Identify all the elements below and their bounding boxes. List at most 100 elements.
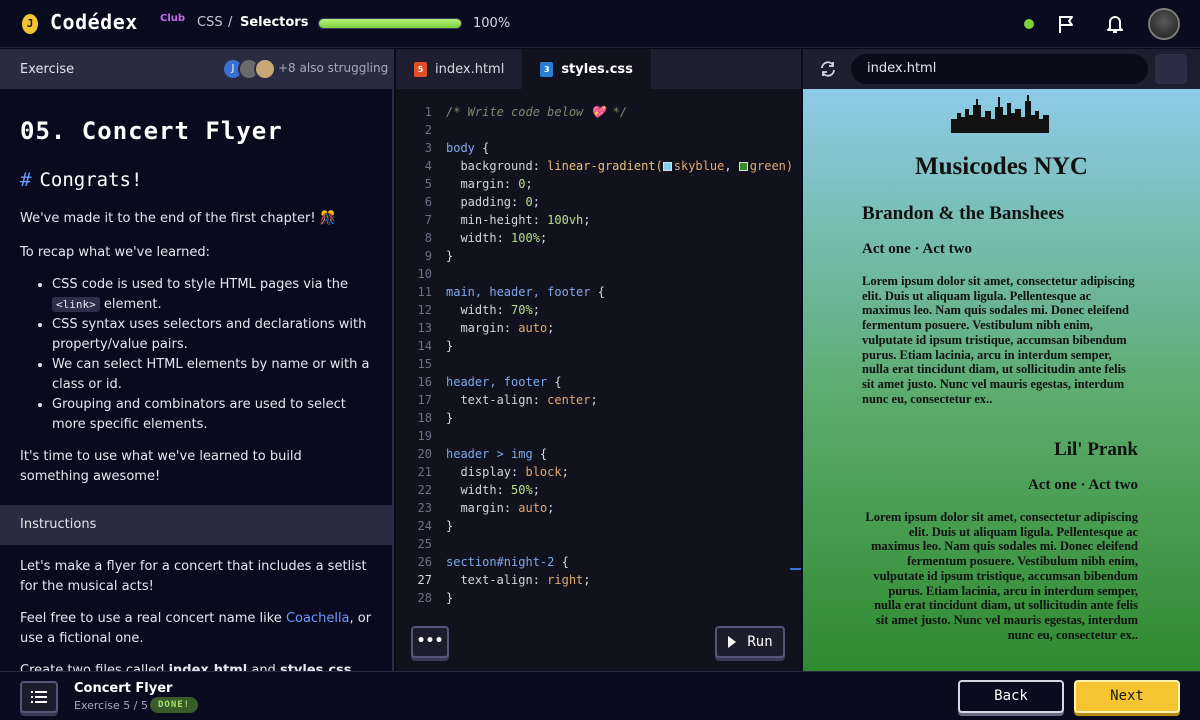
bell-icon[interactable] [1104,12,1126,36]
bullet-text: CSS code is used to style HTML pages via… [52,277,349,292]
struggling-avatars[interactable]: J [222,58,276,80]
user-avatar[interactable] [1148,8,1180,40]
list-item: We can select HTML elements by name or w… [52,355,372,395]
line-number: 8 [424,231,432,245]
code-area[interactable]: 1/* Write code below 💖 */ 2 3 body { 4 ba… [396,103,801,607]
closing-text: It's time to use what we've learned to b… [20,449,302,484]
css-value: skyblue [673,159,725,173]
code-editor: 5 index.html 3 styles.css 1 /* Write code… [396,49,801,671]
breadcrumb-course[interactable]: CSS [197,15,223,30]
code-line: 23 margin: auto; [396,499,801,517]
run-label: Run [747,634,773,650]
list-item: CSS code is used to style HTML pages via… [52,275,372,315]
line-number: 2 [424,123,432,137]
url-field[interactable]: index.html [851,54,1148,84]
css-value: center [547,393,591,407]
more-options-button[interactable]: ••• [411,626,449,658]
tab-index-html[interactable]: 5 index.html [396,49,522,89]
progress-bar [318,18,462,29]
code-line: 14} [396,337,801,355]
exercise-title: Concert Flyer [74,681,173,696]
css-value: auto [518,321,548,335]
css-value: auto [518,501,548,515]
city-skyline-image [951,95,1049,133]
css-property: margin [460,321,504,335]
instruction-text: Feel free to use a real concert name lik… [20,609,375,649]
lesson-panel: Exercise J +8 also struggling 05. Concer… [0,49,394,671]
line-number: 11 [417,285,432,299]
back-button[interactable]: Back [958,680,1064,713]
line-number: 24 [417,519,432,533]
color-swatch [738,162,748,171]
exercise-list-button[interactable] [20,681,58,713]
next-button[interactable]: Next [1074,680,1180,713]
css-property: width [460,231,497,245]
struggling-count[interactable]: +8 also struggling [278,61,388,75]
coachella-link[interactable]: Coachella [286,611,350,626]
avatar [254,58,276,80]
lesson-title: 05. Concert Flyer [20,117,283,145]
line-number: 5 [424,177,432,191]
browser-preview: index.html Musicodes NYC Brandon & the B… [803,49,1200,671]
css-property: display [460,465,512,479]
list-item: CSS syntax uses selectors and declaratio… [52,315,372,355]
logo-text[interactable]: Codédex [50,10,138,34]
rendered-page: Musicodes NYC Brandon & the Banshees Act… [803,89,1200,671]
code-line: 24} [396,517,801,535]
flag-icon[interactable] [1055,12,1077,36]
code-line: 7 min-height: 100vh; [396,211,801,229]
filename: index.html [168,663,248,671]
code-line: 10 [396,265,801,283]
tab-styles-css[interactable]: 3 styles.css [522,49,651,89]
recap-list: CSS code is used to style HTML pages via… [20,275,372,435]
css-value: 70% [511,303,533,317]
css-value: 50% [511,483,533,497]
editor-tabs: 5 index.html 3 styles.css [396,49,801,89]
css-property: text-align [460,573,533,587]
breadcrumb-separator: / [228,15,233,30]
run-button[interactable]: Run [715,626,785,658]
css-property: background [460,159,533,173]
code-line: 26 section#night-2 { [396,553,801,571]
css-value: 0 [518,177,526,191]
instruction-segment: and [247,663,280,671]
line-number: 10 [417,267,432,281]
line-number: 19 [417,429,432,443]
line-number: 20 [417,447,432,461]
line-number: 15 [417,357,432,371]
tab-label: styles.css [561,61,633,77]
line-number: 17 [417,393,432,407]
code-line: 19 [396,427,801,445]
band-name: Brandon & the Banshees [862,203,1065,224]
code-line: 12 width: 70%; [396,301,801,319]
code-line: 20 header > img { [396,445,801,463]
code-line: 2 [396,121,801,139]
css-value: right [547,573,584,587]
css-value: 100% [511,231,540,245]
tab-label: index.html [435,61,505,77]
css-selector: header, footer [446,375,548,389]
code-line: 28} [396,589,801,607]
code-line: 15 [396,355,801,373]
css-property: width [460,303,497,317]
instruction-text: Let's make a flyer for a concert that in… [20,559,367,594]
code-line: 21 display: block; [396,463,801,481]
css-value: green) [749,159,794,173]
line-number: 13 [417,321,432,335]
inline-code: <link> [52,297,100,312]
code-line: 3 body { [396,139,801,157]
code-line: 27 text-align: right; [396,571,801,589]
logo-coin-icon[interactable]: J [22,14,38,34]
css-value: block [525,465,562,479]
open-in-new-window-button[interactable] [1155,54,1187,84]
exercise-header: Exercise J +8 also struggling [0,49,392,89]
setlist-acts: Act one · Act two [1028,477,1138,493]
line-number: 6 [424,195,432,209]
line-number: 3 [424,141,432,155]
refresh-icon[interactable] [819,60,837,78]
instruction-segment: Create two files called [20,663,169,671]
scroll-marker [790,568,801,570]
breadcrumb-chapter[interactable]: Selectors [240,15,308,30]
css-selector: header > img [446,447,533,461]
css-property: text-align [460,393,533,407]
